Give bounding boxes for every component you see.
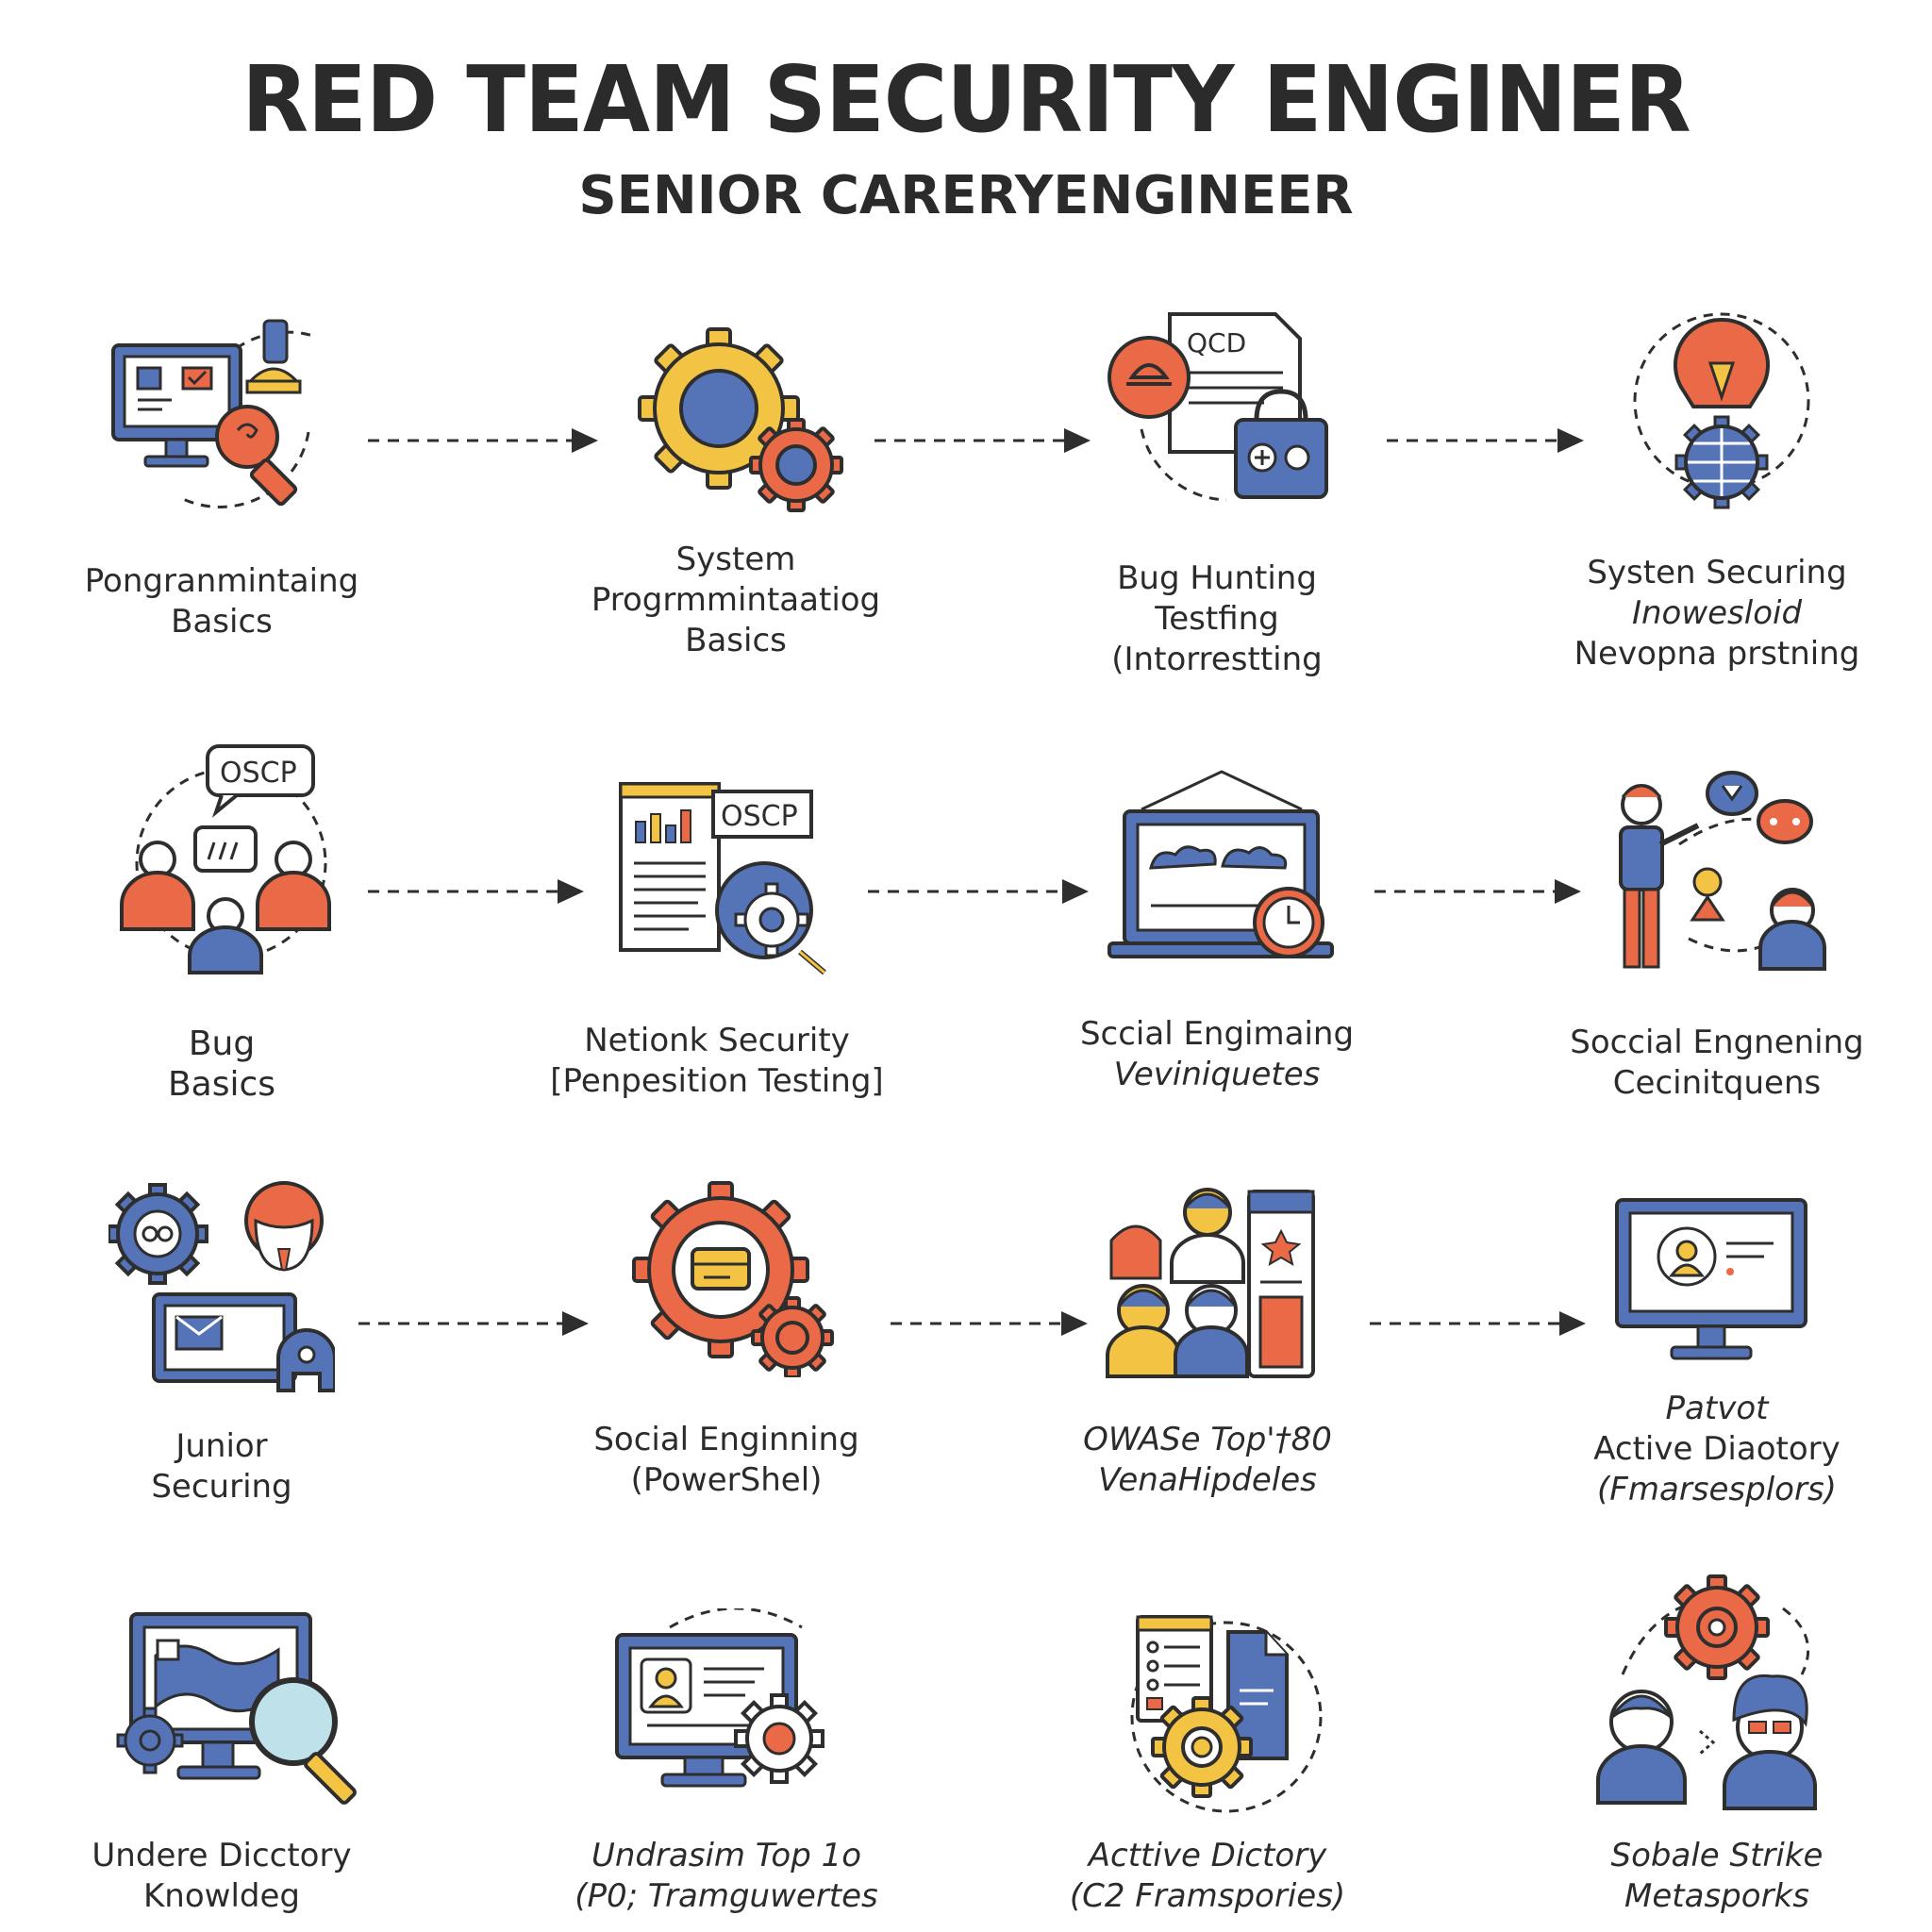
people-browser-icon bbox=[1106, 1188, 1315, 1378]
node-label: Social Enginning (PowerShel) bbox=[593, 1421, 859, 1499]
page-subtitle: SENIOR CARERYENGINEER bbox=[578, 165, 1354, 226]
node-label: Pongranmintaing Basics bbox=[84, 562, 359, 641]
node-label: System Progrmmintaatiog Basics bbox=[591, 541, 881, 659]
node-label: Undrasim Top 1o (P0; Tramguwertes bbox=[575, 1837, 878, 1915]
node-label: Sobale Strike Metasporks bbox=[1610, 1837, 1824, 1915]
flow-arrow bbox=[368, 428, 598, 453]
flow-arrow bbox=[358, 1311, 589, 1336]
node-label: Bug Basics bbox=[167, 1024, 276, 1104]
document-lock-icon: QCD bbox=[1108, 312, 1328, 502]
computer-magnifier-icon bbox=[111, 319, 314, 508]
monitor-profile-gear-icon bbox=[615, 1608, 824, 1788]
presenter-people-icon bbox=[1619, 771, 1826, 971]
flow-arrow bbox=[1387, 428, 1584, 453]
checklist-folder-gear-icon bbox=[1130, 1615, 1323, 1813]
node-label: OWASe Top'†80 VenaHipdeles bbox=[1083, 1421, 1332, 1499]
node-label: Sccial Engimaing Veviniquetes bbox=[1079, 1015, 1355, 1093]
node-label: Netionk Security [Penpesition Testing] bbox=[550, 1022, 884, 1100]
flow-arrow bbox=[368, 879, 584, 904]
flow-arrow bbox=[891, 1311, 1088, 1336]
flow-arrow bbox=[874, 428, 1091, 453]
monitor-user-icon bbox=[1615, 1198, 1807, 1360]
page-title: RED TEAM SECURITY ENGINER bbox=[242, 45, 1691, 154]
node-label: Bug Hunting Testfing (Intorrestting bbox=[1111, 559, 1323, 678]
gear-card-icon bbox=[632, 1181, 834, 1377]
gear-person-shield-icon bbox=[108, 1181, 335, 1392]
team-chat-icon: OSCP bbox=[120, 744, 331, 974]
laptop-clock-icon bbox=[1108, 770, 1334, 958]
flow-arrow bbox=[1374, 879, 1581, 904]
flow-arrow bbox=[868, 879, 1089, 904]
monitor-map-magnifier-icon bbox=[116, 1612, 357, 1805]
node-label: Junior Securing bbox=[151, 1427, 292, 1506]
doc-text: QCD bbox=[1187, 327, 1246, 358]
people-gear-icon bbox=[1596, 1574, 1817, 1810]
lightbulb-globe-icon bbox=[1633, 312, 1810, 509]
node-label: Undere Dicctory Knowldeg bbox=[92, 1837, 352, 1915]
report-gear-icon: OSCP bbox=[619, 782, 826, 975]
node-label: Patvot Active Diaotory (Fmarsesplors) bbox=[1593, 1390, 1840, 1508]
node-label: Acttive Dictory (C2 Framspories) bbox=[1069, 1837, 1346, 1915]
node-label: Systen Securing Inowesloid Nevopna prstnin… bbox=[1574, 554, 1860, 673]
bubble-text: OSCP bbox=[220, 757, 297, 790]
gears-icon bbox=[638, 327, 843, 512]
node-label: Soccial Engnening Cecinitquens bbox=[1570, 1024, 1864, 1102]
badge-text: OSCP bbox=[721, 800, 798, 833]
flow-arrow bbox=[1370, 1311, 1586, 1336]
